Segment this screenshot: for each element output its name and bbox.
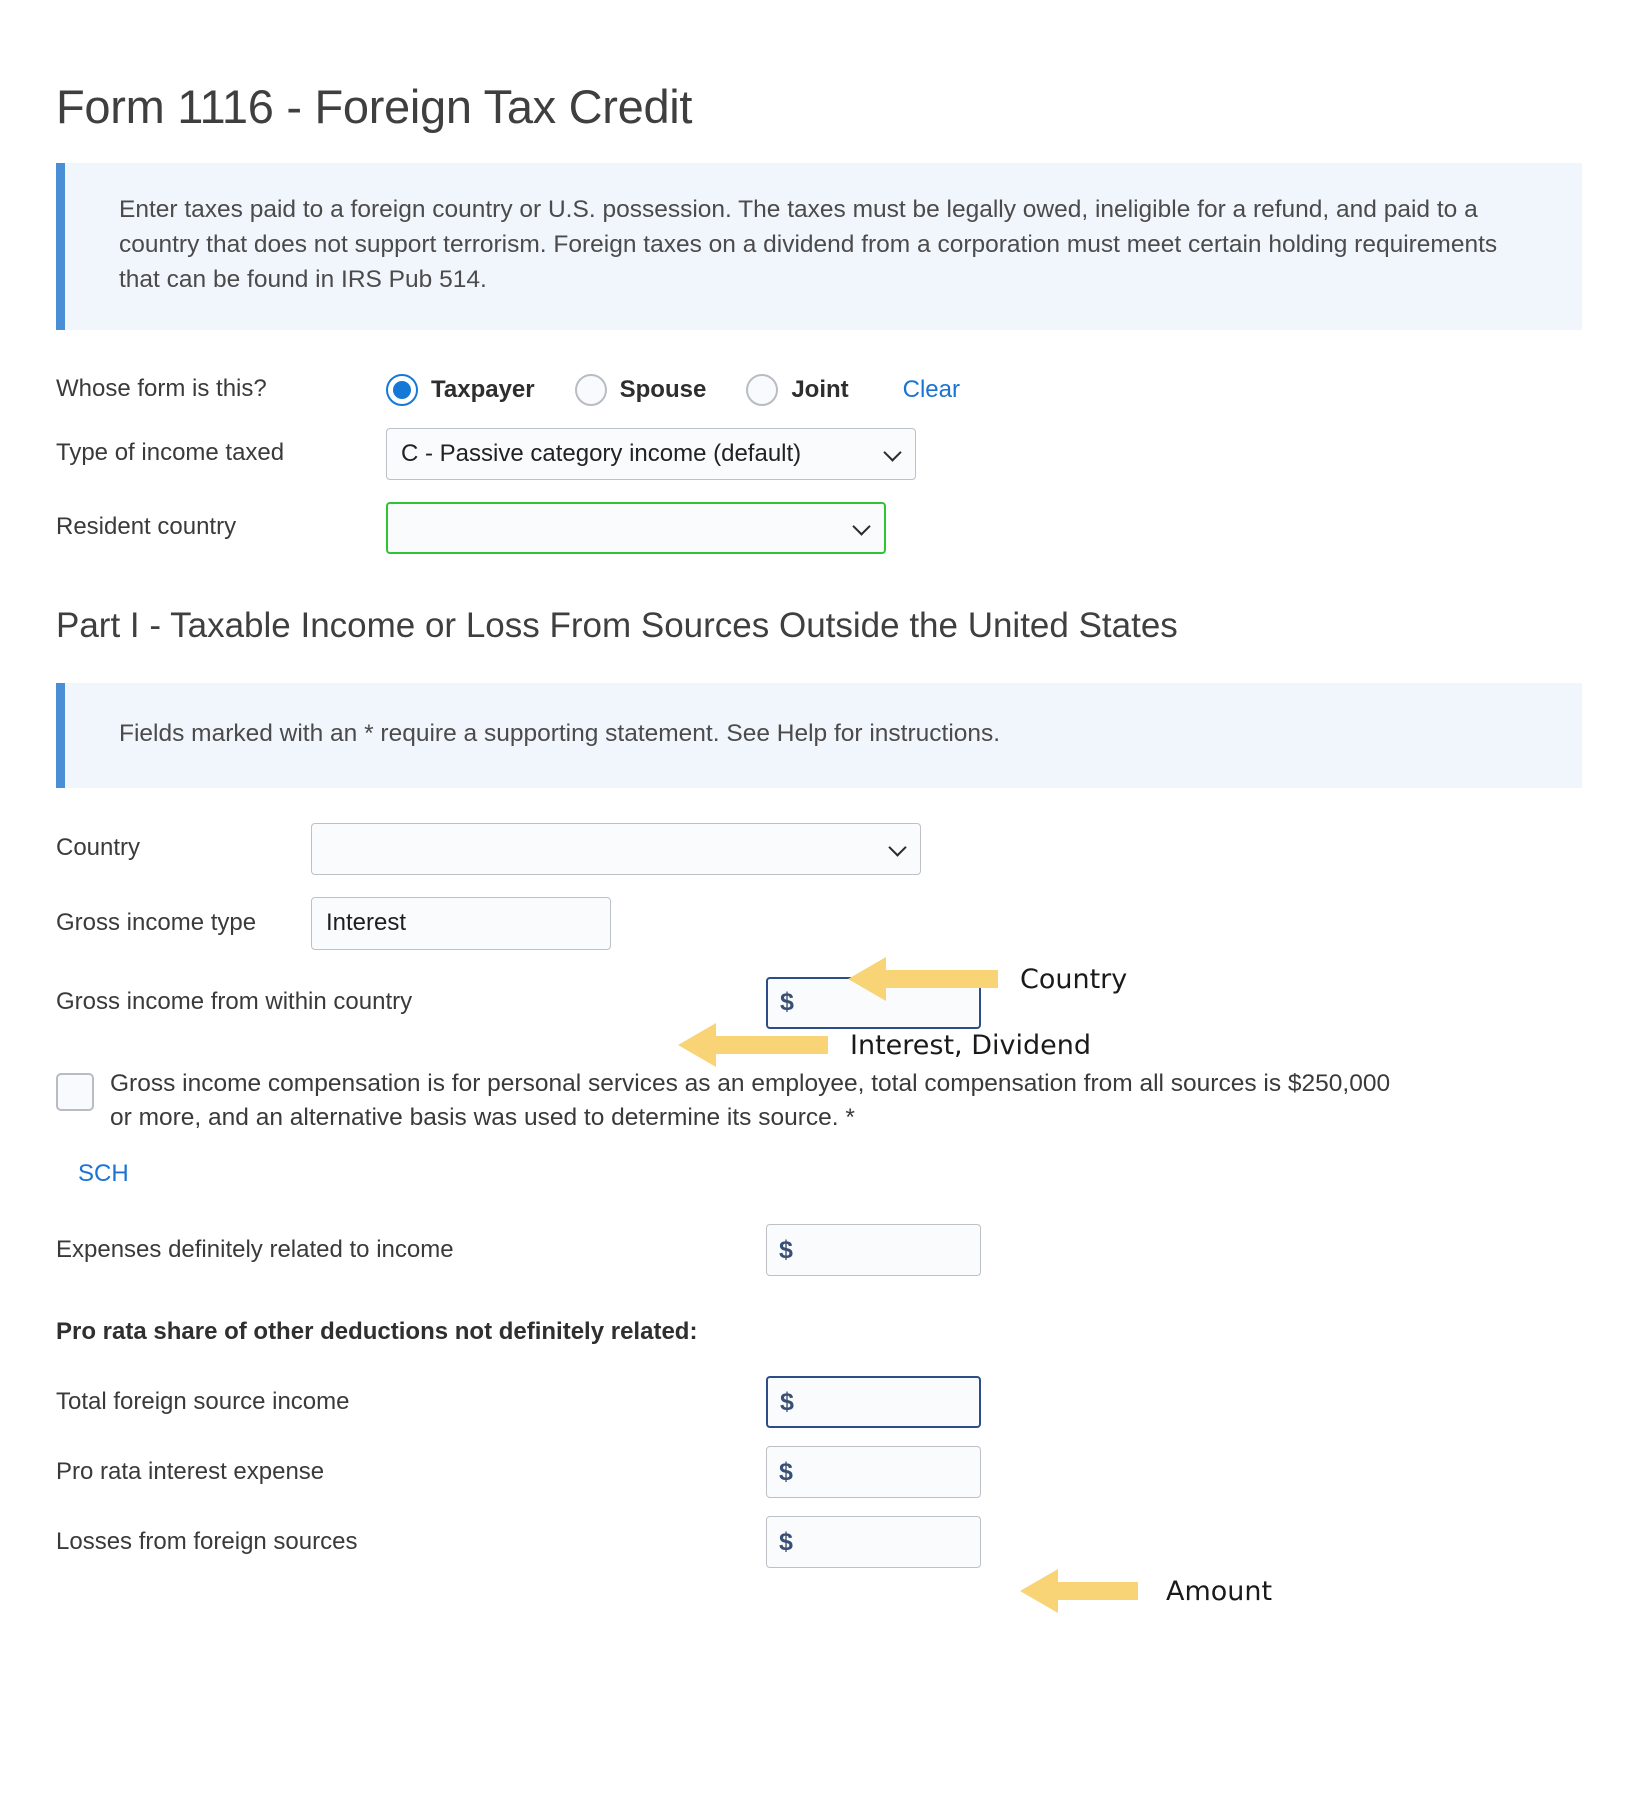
gross-income-type-label: Gross income type — [56, 908, 257, 936]
annotation-amount: Amount — [1020, 1568, 1272, 1614]
pro-rata-interest-row: Pro rata interest expense $ — [56, 1446, 1582, 1499]
gross-income-type-value: Interest — [326, 909, 407, 937]
form-page: Form 1116 - Foreign Tax Credit Enter tax… — [0, 0, 1638, 1569]
currency-symbol-icon: $ — [779, 1235, 793, 1264]
gross-income-within-label: Gross income from within country — [56, 988, 413, 1016]
info-banner-asterisk: Fields marked with an * require a suppor… — [56, 682, 1582, 788]
currency-symbol-icon: $ — [779, 1527, 793, 1556]
sch-link[interactable]: SCH — [78, 1160, 129, 1188]
clear-link[interactable]: Clear — [903, 376, 960, 404]
resident-country-label: Resident country — [56, 513, 237, 541]
gross-income-within-row: Gross income from within country $ — [56, 976, 1582, 1029]
country-row: Country — [56, 822, 1582, 875]
info-banner-intro: Enter taxes paid to a foreign country or… — [56, 163, 1582, 330]
compensation-checkbox[interactable] — [56, 1072, 94, 1111]
pro-rata-interest-label: Pro rata interest expense — [56, 1457, 325, 1485]
resident-country-row: Resident country — [56, 501, 1582, 554]
losses-foreign-input[interactable]: $ — [766, 1516, 981, 1569]
gross-income-type-row: Gross income type Interest — [56, 896, 1582, 950]
info-banner-asterisk-text: Fields marked with an * require a suppor… — [119, 719, 1001, 747]
info-banner-text: Enter taxes paid to a foreign country or… — [119, 196, 1498, 293]
income-type-select[interactable]: C - Passive category income (default) — [386, 427, 916, 480]
radio-spouse-label: Spouse — [619, 375, 707, 403]
country-select[interactable] — [311, 822, 921, 875]
part-one-heading: Part I - Taxable Income or Loss From Sou… — [56, 605, 1178, 645]
pro-rata-heading: Pro rata share of other deductions not d… — [56, 1318, 698, 1346]
gross-income-type-input[interactable]: Interest — [311, 896, 611, 950]
expenses-related-input[interactable]: $ — [766, 1224, 981, 1277]
currency-symbol-icon: $ — [779, 1457, 793, 1486]
expenses-related-label: Expenses definitely related to income — [56, 1235, 454, 1263]
whose-form-row: Whose form is this? Taxpayer Spouse Join… — [56, 373, 1582, 406]
resident-country-select[interactable] — [386, 501, 886, 554]
radio-joint-label: Joint — [791, 375, 849, 403]
income-type-row: Type of income taxed C - Passive categor… — [56, 427, 1582, 480]
pro-rata-interest-input[interactable]: $ — [766, 1446, 981, 1499]
compensation-checkbox-label: Gross income compensation is for persona… — [110, 1069, 1391, 1131]
radio-taxpayer[interactable]: Taxpayer — [386, 373, 535, 406]
total-foreign-income-input[interactable]: $ — [766, 1376, 981, 1429]
page-title: Form 1116 - Foreign Tax Credit — [56, 80, 693, 133]
whose-form-radio-group: Taxpayer Spouse Joint Clear — [386, 373, 960, 406]
total-foreign-income-label: Total foreign source income — [56, 1387, 350, 1415]
radio-joint-circle-icon[interactable] — [746, 373, 779, 406]
gross-income-within-input[interactable]: $ — [766, 976, 981, 1029]
radio-taxpayer-circle-icon[interactable] — [386, 373, 418, 406]
annotation-amount-text: Amount — [1166, 1575, 1273, 1607]
country-label: Country — [56, 834, 141, 862]
currency-symbol-icon: $ — [780, 988, 794, 1017]
losses-foreign-label: Losses from foreign sources — [56, 1527, 358, 1555]
losses-foreign-row: Losses from foreign sources $ — [56, 1516, 1582, 1569]
whose-form-label: Whose form is this? — [56, 375, 267, 403]
income-type-value: C - Passive category income (default) — [401, 439, 802, 467]
currency-symbol-icon: $ — [780, 1387, 794, 1416]
compensation-checkbox-row: Gross income compensation is for persona… — [56, 1067, 1582, 1135]
income-type-label: Type of income taxed — [56, 439, 285, 467]
radio-spouse-circle-icon[interactable] — [574, 373, 607, 406]
radio-spouse[interactable]: Spouse — [574, 373, 707, 406]
radio-taxpayer-label: Taxpayer — [431, 375, 535, 403]
arrow-left-icon — [1020, 1569, 1138, 1613]
radio-joint[interactable]: Joint — [746, 373, 849, 406]
expenses-related-row: Expenses definitely related to income $ — [56, 1224, 1582, 1277]
total-foreign-income-row: Total foreign source income $ — [56, 1376, 1582, 1429]
